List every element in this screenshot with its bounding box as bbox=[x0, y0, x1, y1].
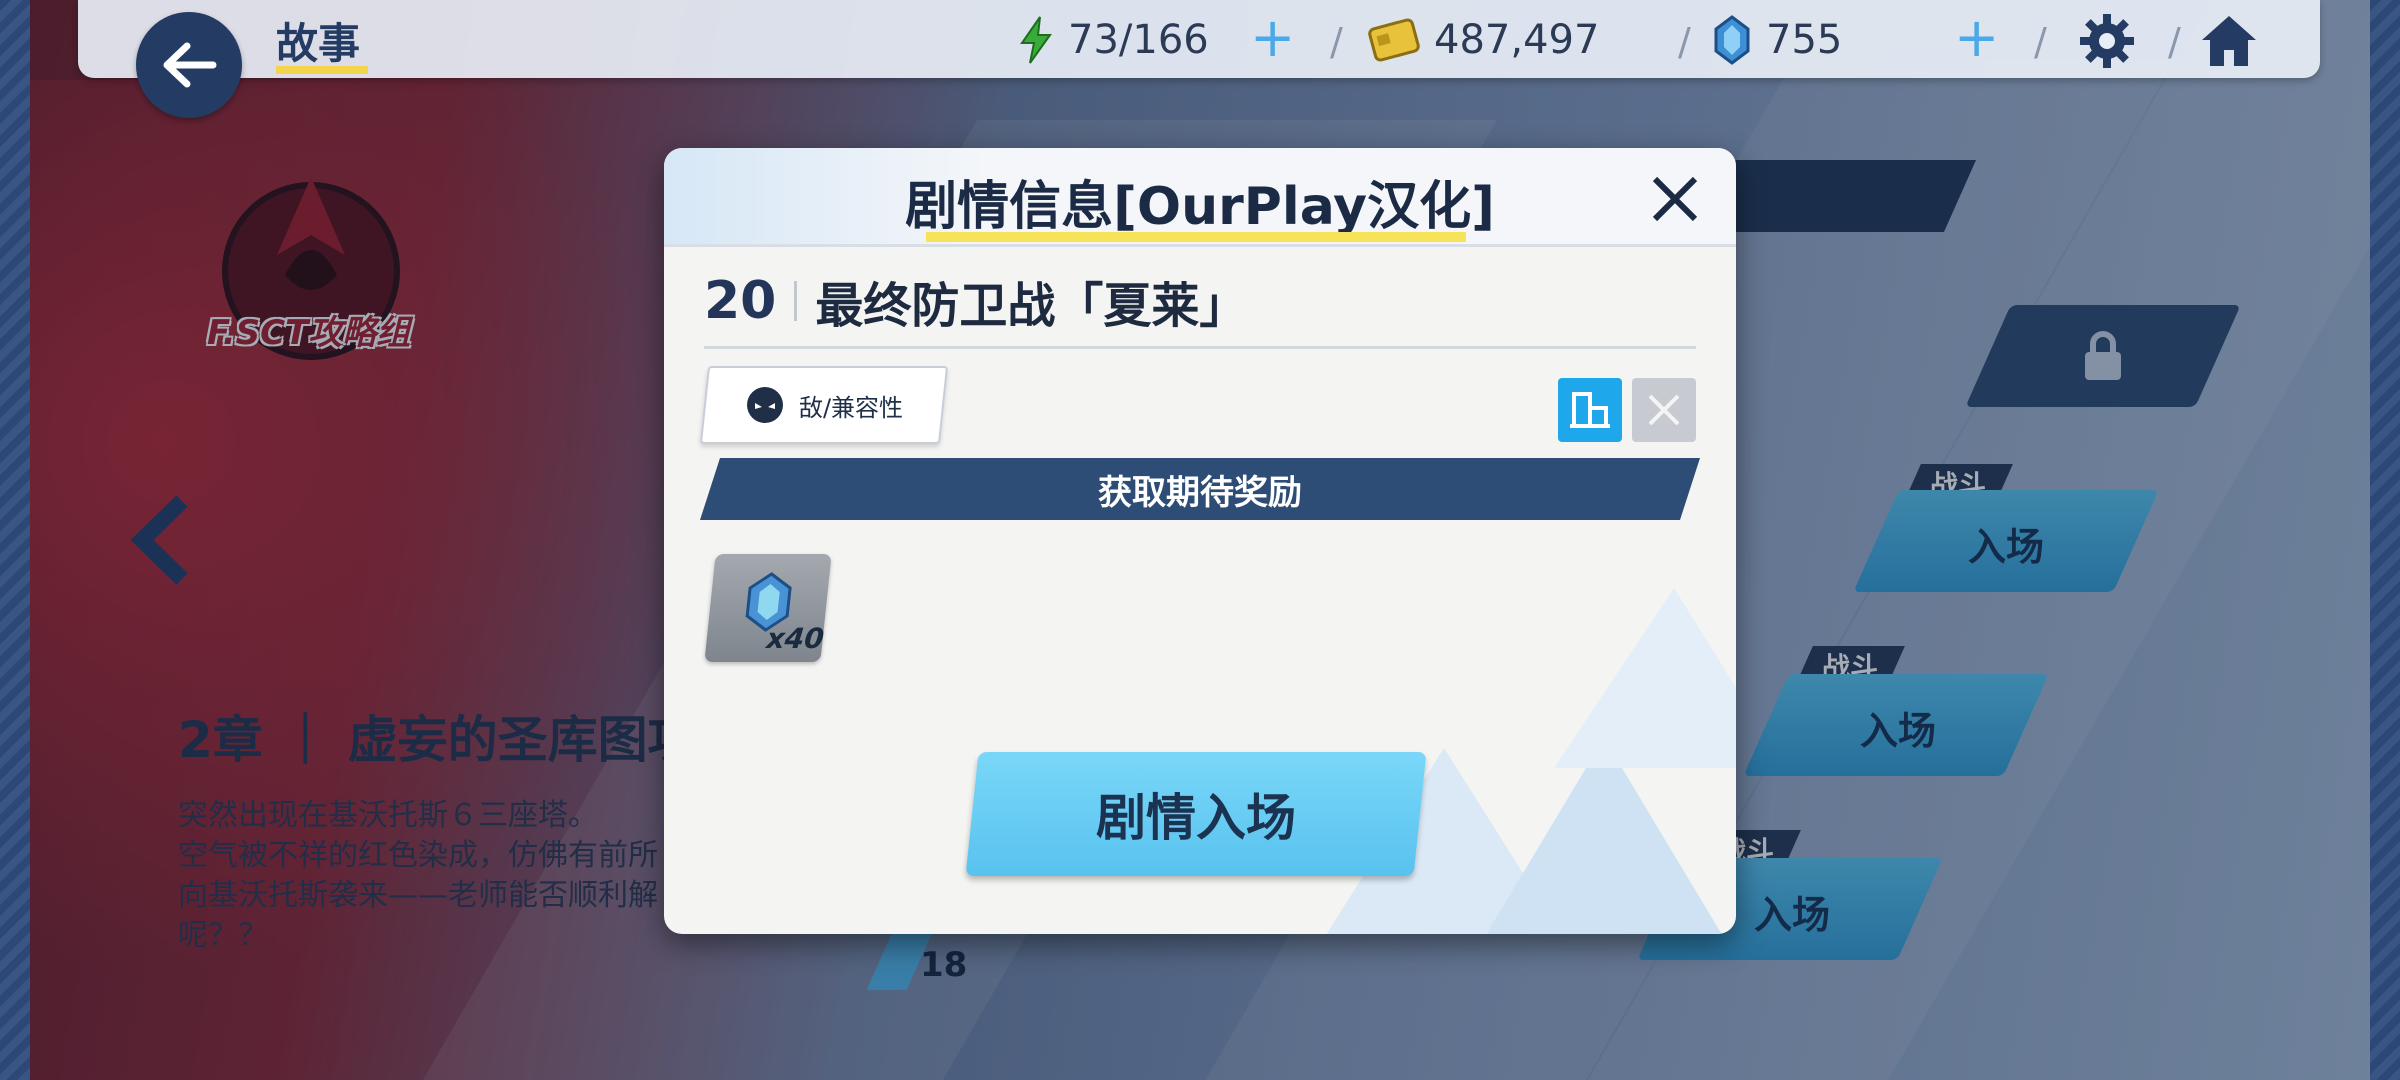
story-enter-button[interactable]: 剧情入场 bbox=[965, 752, 1427, 876]
modal-decoration bbox=[1326, 588, 1736, 934]
enemy-button-label: 敌/兼容性 bbox=[798, 393, 904, 422]
story-info-modal: 剧情信息[OurPlay汉化] 20 最终防卫战「夏莱」 敌/兼容性 获取期待奖… bbox=[664, 148, 1736, 934]
enemy-mask-icon bbox=[746, 387, 783, 423]
stamina-display: 73/166 bbox=[1018, 14, 1209, 66]
reward-header: 获取期待奖励 bbox=[1098, 472, 1302, 513]
stage-name: 最终防卫战「夏莱」 bbox=[815, 278, 1248, 334]
close-icon bbox=[1652, 176, 1698, 222]
building-icon bbox=[1570, 392, 1610, 428]
map-button[interactable] bbox=[1558, 378, 1622, 442]
stage-heading: 20 最终防卫战「夏莱」 bbox=[704, 266, 1247, 336]
credits-display: 487,497 bbox=[1368, 14, 1599, 66]
page-title: 故事 bbox=[276, 19, 361, 68]
divider: / bbox=[2168, 20, 2181, 64]
gem-icon bbox=[1714, 15, 1750, 65]
settings-button[interactable] bbox=[2074, 8, 2140, 74]
gems-value: 755 bbox=[1766, 17, 1843, 63]
divider: / bbox=[2034, 20, 2047, 64]
add-gems-button[interactable]: + bbox=[1954, 11, 1999, 65]
reward-header-bar: 获取期待奖励 bbox=[700, 458, 1700, 520]
home-button[interactable] bbox=[2196, 8, 2262, 74]
close-button[interactable] bbox=[1644, 168, 1706, 230]
modal-title: 剧情信息[OurPlay汉化] bbox=[905, 177, 1495, 237]
disabled-option-button[interactable] bbox=[1632, 378, 1696, 442]
stamina-value: 73/166 bbox=[1068, 17, 1209, 63]
title-underline bbox=[926, 232, 1466, 242]
close-icon bbox=[1648, 394, 1680, 426]
credit-card-icon bbox=[1368, 18, 1420, 62]
credits-value: 487,497 bbox=[1434, 17, 1600, 63]
lightning-icon bbox=[1020, 16, 1052, 64]
title-underline bbox=[276, 66, 368, 74]
enemy-info-button[interactable]: 敌/兼容性 bbox=[699, 366, 949, 444]
story-enter-label: 剧情入场 bbox=[1096, 789, 1296, 847]
divider: / bbox=[1330, 20, 1343, 64]
add-stamina-button[interactable]: + bbox=[1250, 11, 1295, 65]
home-icon bbox=[2202, 16, 2256, 66]
divider bbox=[704, 346, 1696, 349]
stage-number: 20 bbox=[704, 271, 777, 331]
gear-icon bbox=[2080, 14, 2134, 68]
arrow-left-icon bbox=[163, 42, 217, 88]
back-button[interactable] bbox=[136, 12, 242, 118]
gems-display: 755 bbox=[1712, 14, 1842, 66]
reward-item[interactable]: x40 bbox=[704, 554, 832, 662]
divider: / bbox=[1678, 20, 1691, 64]
divider bbox=[794, 281, 798, 321]
reward-count: x40 bbox=[765, 622, 826, 655]
